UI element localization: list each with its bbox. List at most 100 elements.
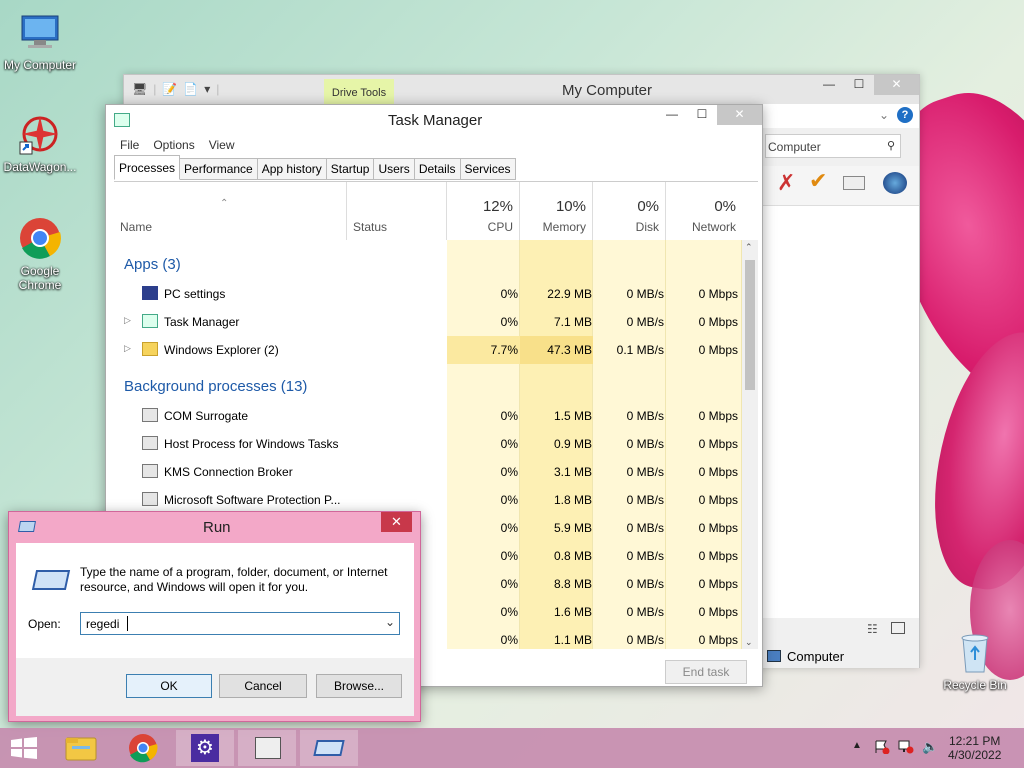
process-name: Microsoft Software Protection P... [164, 493, 341, 507]
disk-value: 0 MB/s [626, 493, 664, 507]
minimize-button[interactable]: — [657, 105, 687, 125]
search-box[interactable]: Computer ⚲ [765, 134, 901, 158]
close-button[interactable]: ✕ [381, 512, 412, 532]
browse-button[interactable]: Browse... [316, 674, 402, 698]
chevron-down-icon[interactable]: ⌄ [879, 108, 889, 122]
scrollbar-thumb[interactable] [745, 260, 755, 390]
column-header-cpu[interactable]: 12% CPU [447, 182, 520, 240]
taskbar-settings[interactable]: ⚙ [176, 730, 234, 766]
title-bar: Task Manager — ☐ ✕ [106, 105, 762, 135]
memory-value: 0.9 MB [553, 437, 592, 451]
menu-view[interactable]: View [209, 138, 235, 152]
open-combobox[interactable]: regedi ⌄ [80, 612, 400, 635]
column-label: Name [120, 220, 153, 234]
search-icon[interactable]: ⚲ [887, 139, 895, 152]
background-section-header[interactable]: Background processes (13) [124, 378, 307, 395]
process-row[interactable]: Microsoft Software Protection P... 0% 1.… [114, 486, 742, 514]
process-row[interactable]: COM Surrogate 0% 1.5 MB 0 MB/s 0 Mbps [114, 402, 742, 430]
network-icon[interactable] [898, 740, 914, 754]
globe-icon[interactable] [883, 172, 907, 194]
disk-percent: 0% [637, 198, 659, 215]
scroll-up-icon[interactable]: ⌃ [745, 242, 753, 253]
network-value: 0 Mbps [698, 521, 738, 535]
column-header-name[interactable]: ⌃ Name [114, 182, 347, 240]
chevron-down-icon[interactable]: ▾ [204, 82, 210, 96]
cpu-value: 0% [500, 287, 518, 301]
toolbar: ✗ ✔ [763, 166, 919, 206]
network-value: 0 Mbps [698, 493, 738, 507]
taskbar-explorer[interactable] [52, 730, 110, 766]
ok-button[interactable]: OK [126, 674, 212, 698]
process-row[interactable]: ▷ Windows Explorer (2) 7.7% 47.3 MB 0.1 … [114, 336, 742, 364]
start-button[interactable] [10, 737, 38, 759]
volume-muted-icon[interactable]: 🔈 [922, 739, 938, 755]
desktop-icon-chrome[interactable]: Google Chrome [0, 216, 80, 292]
process-row[interactable]: Host Process for Windows Tasks 0% 0.9 MB… [114, 430, 742, 458]
action-center-icon[interactable] [874, 740, 890, 755]
minimize-button[interactable]: — [814, 75, 844, 95]
column-label: Network [691, 220, 736, 234]
expand-icon[interactable]: ▷ [124, 315, 131, 326]
column-header-memory[interactable]: 10% Memory [520, 182, 593, 240]
column-header-network[interactable]: 0% Network [666, 182, 742, 240]
memory-value: 22.9 MB [547, 287, 592, 301]
tab-details[interactable]: Details [414, 158, 461, 180]
expand-icon[interactable]: ▷ [124, 343, 131, 354]
run-dialog: Run ✕ Type the name of a program, folder… [8, 511, 421, 722]
maximize-button[interactable]: ☐ [844, 75, 874, 95]
taskbar-run[interactable] [300, 730, 358, 766]
desktop-icon-my-computer[interactable]: My Computer [0, 10, 80, 72]
column-header-status[interactable]: Status [347, 182, 447, 240]
taskbar-task-manager[interactable] [238, 730, 296, 766]
desktop-icon-label: Recycle Bin [943, 678, 1007, 692]
process-row[interactable]: ▷ Task Manager 0% 7.1 MB 0 MB/s 0 Mbps [114, 308, 742, 336]
close-button[interactable]: ✕ [717, 105, 762, 125]
vertical-scrollbar[interactable]: ⌃ ⌄ [742, 240, 758, 649]
large-icons-view-icon[interactable] [891, 622, 905, 634]
details-view-icon[interactable]: ☷ [867, 622, 878, 636]
process-row[interactable]: PC settings 0% 22.9 MB 0 MB/s 0 Mbps [114, 280, 742, 308]
delete-icon[interactable]: ✗ [777, 170, 795, 196]
chevron-down-icon[interactable]: ⌄ [385, 615, 395, 629]
clock[interactable]: 12:21 PM 4/30/2022 [948, 734, 1001, 762]
menu-options[interactable]: Options [153, 138, 194, 152]
separator: | [216, 82, 220, 96]
network-value: 0 Mbps [698, 633, 738, 647]
properties-icon[interactable]: 🖥 [132, 82, 147, 96]
menu-file[interactable]: File [120, 138, 139, 152]
maximize-button[interactable]: ☐ [687, 105, 717, 125]
drive-tools-tab[interactable]: Drive Tools [324, 79, 394, 105]
cpu-value: 0% [500, 549, 518, 563]
column-header-disk[interactable]: 0% Disk [593, 182, 666, 240]
cancel-button[interactable]: Cancel [219, 674, 307, 698]
process-row[interactable]: KMS Connection Broker 0% 3.1 MB 0 MB/s 0… [114, 458, 742, 486]
tab-services[interactable]: Services [460, 158, 516, 180]
apps-section-header[interactable]: Apps (3) [124, 256, 181, 273]
memory-value: 1.1 MB [553, 633, 592, 647]
show-hidden-icons[interactable]: ▲ [852, 740, 862, 751]
disk-value: 0 MB/s [626, 465, 664, 479]
run-large-icon [31, 570, 71, 590]
help-icon[interactable]: ? [897, 107, 913, 123]
open-input[interactable]: regedi [86, 617, 119, 631]
tab-processes[interactable]: Processes [114, 155, 181, 180]
process-name: Windows Explorer (2) [164, 343, 279, 357]
desktop-icon-recycle-bin[interactable]: Recycle Bin [935, 630, 1015, 692]
tab-startup[interactable]: Startup [326, 158, 375, 180]
end-task-button[interactable]: End task [665, 660, 747, 684]
process-icon [142, 464, 158, 478]
scroll-down-icon[interactable]: ⌄ [745, 637, 753, 648]
desktop-icon-datawagon[interactable]: DataWagon... [0, 112, 80, 174]
close-button[interactable]: ✕ [874, 75, 919, 95]
folder-icon[interactable]: 📄 [183, 82, 198, 96]
check-icon[interactable]: ✔ [809, 168, 827, 194]
tab-app-history[interactable]: App history [257, 158, 327, 180]
search-input[interactable]: Computer [768, 140, 821, 154]
tab-users[interactable]: Users [374, 158, 415, 180]
taskbar-chrome[interactable] [114, 730, 172, 766]
rename-icon[interactable] [843, 176, 865, 190]
tab-performance[interactable]: Performance [180, 158, 258, 180]
process-name: COM Surrogate [164, 409, 249, 423]
edit-icon[interactable]: 📝 [162, 82, 177, 96]
tab-strip: Processes Performance App history Startu… [114, 155, 516, 180]
